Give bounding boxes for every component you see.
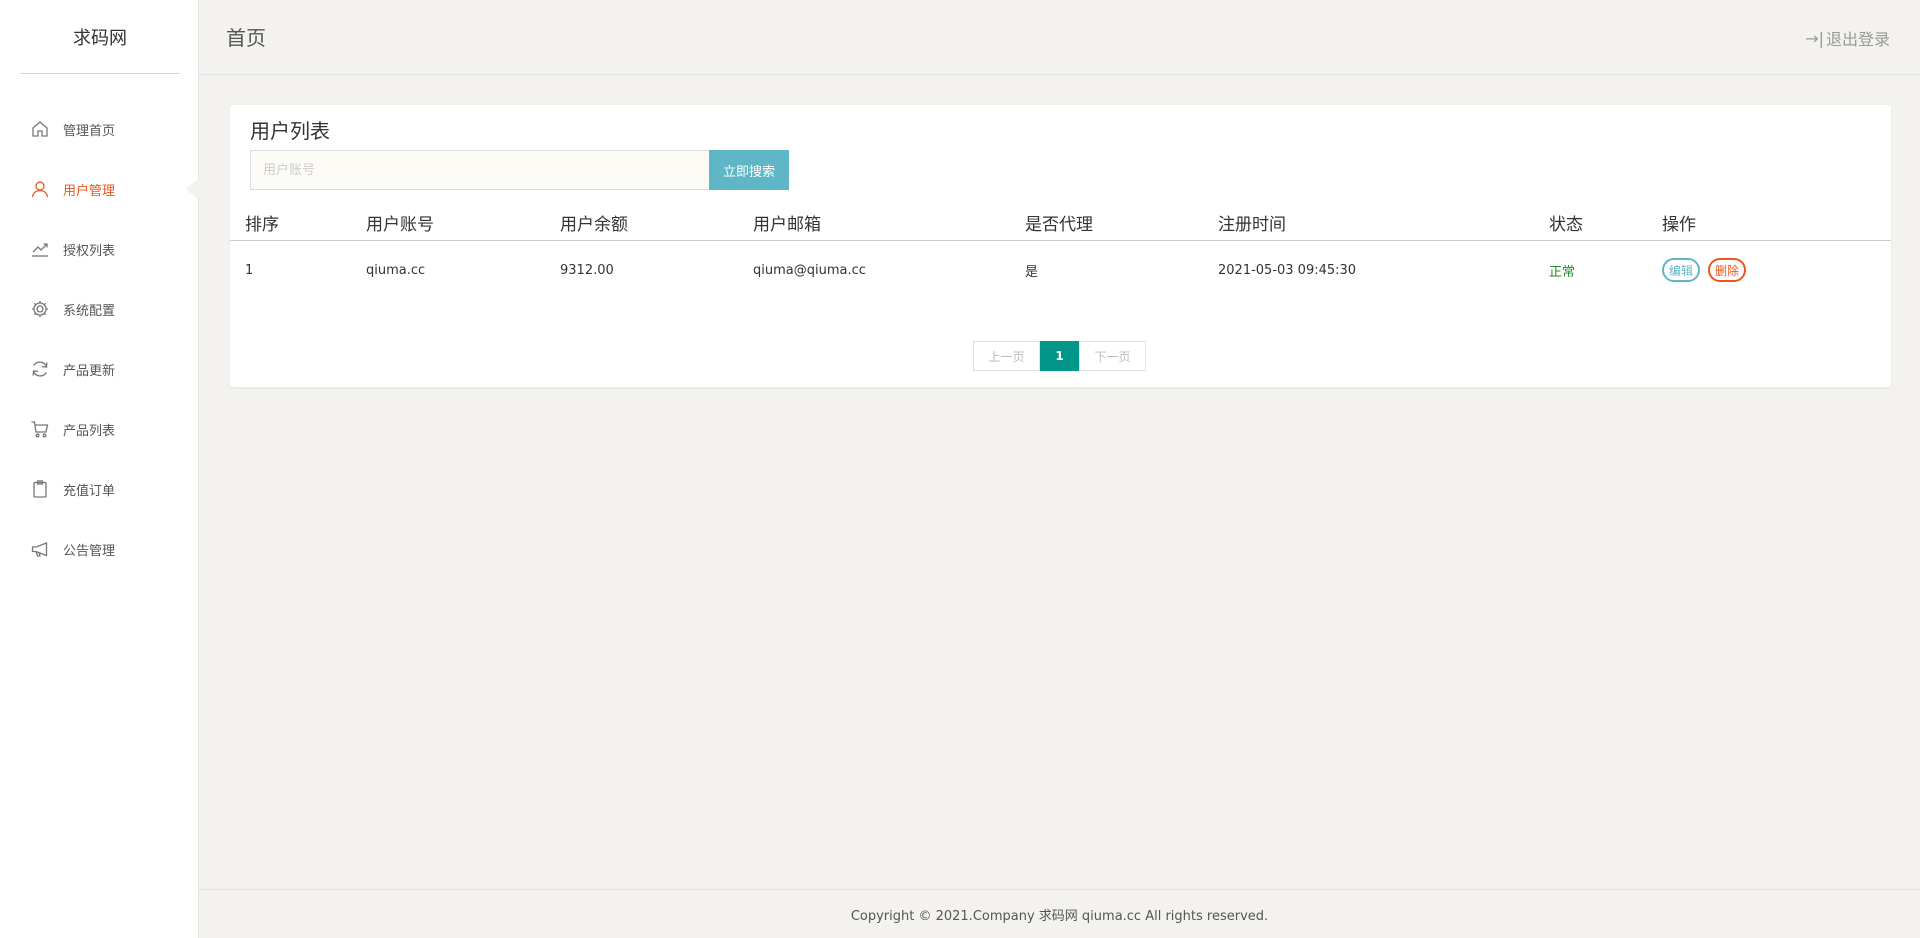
gear-icon [29, 298, 51, 320]
logout-button[interactable]: →| 退出登录 [1805, 26, 1890, 50]
sidebar-item-product-list[interactable]: 产品列表 [0, 399, 199, 459]
sidebar: 求码网 管理首页 用户管理 授权列表 系统配置 产品更新 产品列表 充值订单 公… [0, 0, 200, 938]
sidebar-item-licenses[interactable]: 授权列表 [0, 219, 199, 279]
top-header: 首页 →| 退出登录 [199, 0, 1920, 75]
logout-label: 退出登录 [1825, 30, 1890, 49]
sidebar-item-dashboard[interactable]: 管理首页 [0, 99, 199, 159]
cell-order: 1 [245, 262, 254, 278]
home-icon [29, 118, 51, 140]
search-button[interactable]: 立即搜索 [709, 150, 789, 190]
sidebar-item-label: 管理首页 [63, 123, 116, 139]
user-list-card: 用户列表 立即搜索 排序 用户账号 用户余额 用户邮箱 是否代理 注册时间 状态… [230, 105, 1891, 387]
sidebar-item-label: 产品列表 [63, 423, 116, 439]
column-header: 状态 [1549, 215, 1583, 235]
clipboard-icon [29, 478, 51, 500]
column-header: 用户余额 [560, 215, 628, 235]
delete-button[interactable]: 删除 [1708, 258, 1747, 282]
cell-email: qiuma@qiuma.cc [753, 262, 866, 278]
copyright-text: Copyright © 2021.Company 求码网 qiuma.cc Al… [850, 908, 1269, 924]
user-table: 排序 用户账号 用户余额 用户邮箱 是否代理 注册时间 状态 操作 1 qium… [230, 200, 1891, 299]
megaphone-icon [29, 538, 51, 560]
trend-icon [29, 238, 51, 260]
sidebar-item-label: 用户管理 [63, 183, 116, 199]
table-row: 1 qiuma.cc 9312.00 qiuma@qiuma.cc 是 2021… [230, 241, 1891, 299]
column-header: 排序 [245, 215, 279, 235]
cell-agent: 是 [1025, 264, 1039, 280]
sidebar-item-recharge-orders[interactable]: 充值订单 [0, 459, 199, 519]
cell-balance: 9312.00 [560, 262, 614, 278]
user-icon [29, 178, 51, 200]
refresh-icon [29, 358, 51, 380]
sidebar-item-settings[interactable]: 系统配置 [0, 279, 199, 339]
cell-account: qiuma.cc [366, 262, 426, 278]
column-header: 注册时间 [1218, 215, 1286, 235]
pagination: 上一页 1 下一页 [973, 341, 1146, 371]
sidebar-item-label: 系统配置 [63, 303, 116, 319]
cell-actions: 编辑 删除 [1662, 241, 1754, 299]
column-header: 用户账号 [366, 215, 434, 235]
prev-page-button[interactable]: 上一页 [973, 341, 1040, 371]
account-search-input[interactable] [250, 150, 710, 190]
sidebar-item-announcements[interactable]: 公告管理 [0, 519, 199, 579]
cart-icon [29, 418, 51, 440]
sidebar-nav: 管理首页 用户管理 授权列表 系统配置 产品更新 产品列表 充值订单 公告管理 [0, 99, 200, 579]
column-header: 是否代理 [1025, 215, 1093, 235]
brand-logo[interactable]: 求码网 [20, 0, 180, 74]
cell-registered: 2021-05-03 09:45:30 [1218, 262, 1357, 278]
column-header: 操作 [1662, 215, 1696, 235]
footer: Copyright © 2021.Company 求码网 qiuma.cc Al… [199, 889, 1920, 938]
page-title: 首页 [226, 26, 266, 50]
sidebar-item-label: 充值订单 [63, 483, 116, 499]
sidebar-item-label: 产品更新 [63, 363, 116, 379]
column-header: 用户邮箱 [753, 215, 821, 235]
logout-icon: →| [1805, 28, 1824, 48]
sidebar-item-label: 公告管理 [63, 543, 116, 559]
next-page-button[interactable]: 下一页 [1079, 341, 1146, 371]
table-header: 排序 用户账号 用户余额 用户邮箱 是否代理 注册时间 状态 操作 [230, 200, 1891, 241]
sidebar-item-label: 授权列表 [63, 243, 116, 259]
status-badge: 正常 [1549, 264, 1576, 280]
card-title: 用户列表 [250, 119, 330, 143]
sidebar-item-users[interactable]: 用户管理 [0, 159, 200, 219]
edit-button[interactable]: 编辑 [1662, 258, 1701, 282]
current-page[interactable]: 1 [1040, 341, 1079, 371]
sidebar-item-product-updates[interactable]: 产品更新 [0, 339, 199, 399]
